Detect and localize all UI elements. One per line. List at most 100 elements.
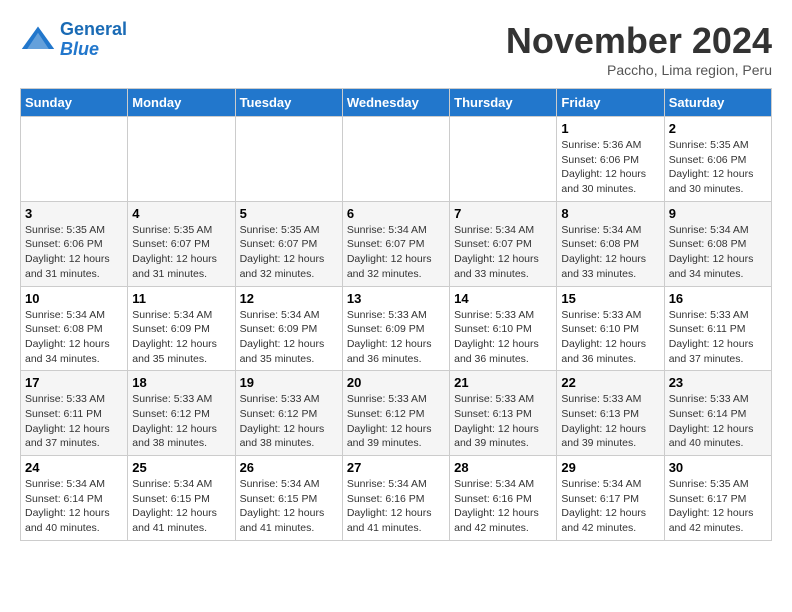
day-cell: 8 Sunrise: 5:34 AM Sunset: 6:08 PM Daylig… xyxy=(557,201,664,286)
day-number: 8 xyxy=(561,206,659,221)
day-info: Sunrise: 5:33 AM Sunset: 6:12 PM Dayligh… xyxy=(347,392,445,451)
day-cell: 10 Sunrise: 5:34 AM Sunset: 6:08 PM Dayli… xyxy=(21,286,128,371)
day-info: Sunrise: 5:33 AM Sunset: 6:11 PM Dayligh… xyxy=(669,308,767,367)
day-number: 16 xyxy=(669,291,767,306)
day-info: Sunrise: 5:34 AM Sunset: 6:08 PM Dayligh… xyxy=(669,223,767,282)
day-number: 4 xyxy=(132,206,230,221)
weekday-header-thursday: Thursday xyxy=(450,89,557,117)
week-row-2: 3 Sunrise: 5:35 AM Sunset: 6:06 PM Daylig… xyxy=(21,201,772,286)
day-cell: 9Sunrise: 5:34 AM Sunset: 6:08 PM Daylig… xyxy=(664,201,771,286)
day-info: Sunrise: 5:34 AM Sunset: 6:07 PM Dayligh… xyxy=(347,223,445,282)
day-info: Sunrise: 5:33 AM Sunset: 6:11 PM Dayligh… xyxy=(25,392,123,451)
day-info: Sunrise: 5:33 AM Sunset: 6:12 PM Dayligh… xyxy=(132,392,230,451)
day-number: 20 xyxy=(347,375,445,390)
weekday-header-tuesday: Tuesday xyxy=(235,89,342,117)
day-cell: 12 Sunrise: 5:34 AM Sunset: 6:09 PM Dayli… xyxy=(235,286,342,371)
day-info: Sunrise: 5:35 AM Sunset: 6:07 PM Dayligh… xyxy=(240,223,338,282)
day-cell: 22Sunrise: 5:33 AM Sunset: 6:13 PM Dayli… xyxy=(557,371,664,456)
day-cell xyxy=(342,117,449,202)
day-cell: 26 Sunrise: 5:34 AM Sunset: 6:15 PM Dayli… xyxy=(235,456,342,541)
day-number: 29 xyxy=(561,460,659,475)
day-cell xyxy=(128,117,235,202)
day-info: Sunrise: 5:33 AM Sunset: 6:10 PM Dayligh… xyxy=(454,308,552,367)
day-cell xyxy=(21,117,128,202)
day-number: 21 xyxy=(454,375,552,390)
day-number: 23 xyxy=(669,375,767,390)
day-info: Sunrise: 5:34 AM Sunset: 6:17 PM Dayligh… xyxy=(561,477,659,536)
day-info: Sunrise: 5:33 AM Sunset: 6:12 PM Dayligh… xyxy=(240,392,338,451)
day-info: Sunrise: 5:34 AM Sunset: 6:09 PM Dayligh… xyxy=(132,308,230,367)
day-cell: 7 Sunrise: 5:34 AM Sunset: 6:07 PM Daylig… xyxy=(450,201,557,286)
day-cell: 4 Sunrise: 5:35 AM Sunset: 6:07 PM Daylig… xyxy=(128,201,235,286)
day-number: 12 xyxy=(240,291,338,306)
day-info: Sunrise: 5:34 AM Sunset: 6:08 PM Dayligh… xyxy=(25,308,123,367)
day-number: 14 xyxy=(454,291,552,306)
day-info: Sunrise: 5:33 AM Sunset: 6:13 PM Dayligh… xyxy=(561,392,659,451)
day-info: Sunrise: 5:35 AM Sunset: 6:06 PM Dayligh… xyxy=(25,223,123,282)
weekday-header-sunday: Sunday xyxy=(21,89,128,117)
day-number: 6 xyxy=(347,206,445,221)
day-cell: 25 Sunrise: 5:34 AM Sunset: 6:15 PM Dayli… xyxy=(128,456,235,541)
day-info: Sunrise: 5:34 AM Sunset: 6:15 PM Dayligh… xyxy=(240,477,338,536)
day-cell: 24Sunrise: 5:34 AM Sunset: 6:14 PM Dayli… xyxy=(21,456,128,541)
day-cell: 28 Sunrise: 5:34 AM Sunset: 6:16 PM Dayli… xyxy=(450,456,557,541)
day-info: Sunrise: 5:34 AM Sunset: 6:16 PM Dayligh… xyxy=(454,477,552,536)
month-title: November 2024 xyxy=(506,20,772,62)
day-info: Sunrise: 5:33 AM Sunset: 6:14 PM Dayligh… xyxy=(669,392,767,451)
day-number: 1 xyxy=(561,121,659,136)
day-number: 24 xyxy=(25,460,123,475)
location: Paccho, Lima region, Peru xyxy=(506,62,772,78)
logo-line1: General xyxy=(60,19,127,39)
weekday-header-row: SundayMondayTuesdayWednesdayThursdayFrid… xyxy=(21,89,772,117)
day-cell: 11 Sunrise: 5:34 AM Sunset: 6:09 PM Dayli… xyxy=(128,286,235,371)
day-info: Sunrise: 5:34 AM Sunset: 6:15 PM Dayligh… xyxy=(132,477,230,536)
day-cell: 19 Sunrise: 5:33 AM Sunset: 6:12 PM Dayli… xyxy=(235,371,342,456)
day-cell: 1Sunrise: 5:36 AM Sunset: 6:06 PM Daylig… xyxy=(557,117,664,202)
day-cell: 17Sunrise: 5:33 AM Sunset: 6:11 PM Dayli… xyxy=(21,371,128,456)
day-cell: 13 Sunrise: 5:33 AM Sunset: 6:09 PM Dayli… xyxy=(342,286,449,371)
logo: General Blue xyxy=(20,20,127,60)
day-number: 19 xyxy=(240,375,338,390)
weekday-header-friday: Friday xyxy=(557,89,664,117)
day-cell: 29 Sunrise: 5:34 AM Sunset: 6:17 PM Dayli… xyxy=(557,456,664,541)
day-number: 3 xyxy=(25,206,123,221)
day-number: 2 xyxy=(669,121,767,136)
day-cell: 2 Sunrise: 5:35 AM Sunset: 6:06 PM Daylig… xyxy=(664,117,771,202)
weekday-header-wednesday: Wednesday xyxy=(342,89,449,117)
day-cell: 27Sunrise: 5:34 AM Sunset: 6:16 PM Dayli… xyxy=(342,456,449,541)
day-cell xyxy=(450,117,557,202)
week-row-1: 1Sunrise: 5:36 AM Sunset: 6:06 PM Daylig… xyxy=(21,117,772,202)
day-info: Sunrise: 5:34 AM Sunset: 6:07 PM Dayligh… xyxy=(454,223,552,282)
day-cell: 5 Sunrise: 5:35 AM Sunset: 6:07 PM Daylig… xyxy=(235,201,342,286)
day-number: 28 xyxy=(454,460,552,475)
day-cell: 30Sunrise: 5:35 AM Sunset: 6:17 PM Dayli… xyxy=(664,456,771,541)
day-cell xyxy=(235,117,342,202)
day-cell: 16 Sunrise: 5:33 AM Sunset: 6:11 PM Dayli… xyxy=(664,286,771,371)
day-cell: 21 Sunrise: 5:33 AM Sunset: 6:13 PM Dayli… xyxy=(450,371,557,456)
weekday-header-saturday: Saturday xyxy=(664,89,771,117)
day-cell: 6 Sunrise: 5:34 AM Sunset: 6:07 PM Daylig… xyxy=(342,201,449,286)
day-number: 7 xyxy=(454,206,552,221)
day-info: Sunrise: 5:34 AM Sunset: 6:16 PM Dayligh… xyxy=(347,477,445,536)
day-info: Sunrise: 5:33 AM Sunset: 6:10 PM Dayligh… xyxy=(561,308,659,367)
logo-icon xyxy=(20,22,56,58)
weekday-header-monday: Monday xyxy=(128,89,235,117)
day-info: Sunrise: 5:33 AM Sunset: 6:09 PM Dayligh… xyxy=(347,308,445,367)
day-number: 25 xyxy=(132,460,230,475)
day-info: Sunrise: 5:35 AM Sunset: 6:06 PM Dayligh… xyxy=(669,138,767,197)
day-cell: 18Sunrise: 5:33 AM Sunset: 6:12 PM Dayli… xyxy=(128,371,235,456)
day-info: Sunrise: 5:33 AM Sunset: 6:13 PM Dayligh… xyxy=(454,392,552,451)
day-cell: 20 Sunrise: 5:33 AM Sunset: 6:12 PM Dayli… xyxy=(342,371,449,456)
day-number: 11 xyxy=(132,291,230,306)
day-info: Sunrise: 5:34 AM Sunset: 6:08 PM Dayligh… xyxy=(561,223,659,282)
day-number: 13 xyxy=(347,291,445,306)
day-cell: 15 Sunrise: 5:33 AM Sunset: 6:10 PM Dayli… xyxy=(557,286,664,371)
day-number: 26 xyxy=(240,460,338,475)
title-block: November 2024 Paccho, Lima region, Peru xyxy=(506,20,772,78)
day-info: Sunrise: 5:35 AM Sunset: 6:07 PM Dayligh… xyxy=(132,223,230,282)
day-info: Sunrise: 5:34 AM Sunset: 6:09 PM Dayligh… xyxy=(240,308,338,367)
day-number: 15 xyxy=(561,291,659,306)
day-cell: 23 Sunrise: 5:33 AM Sunset: 6:14 PM Dayli… xyxy=(664,371,771,456)
day-number: 5 xyxy=(240,206,338,221)
day-number: 10 xyxy=(25,291,123,306)
